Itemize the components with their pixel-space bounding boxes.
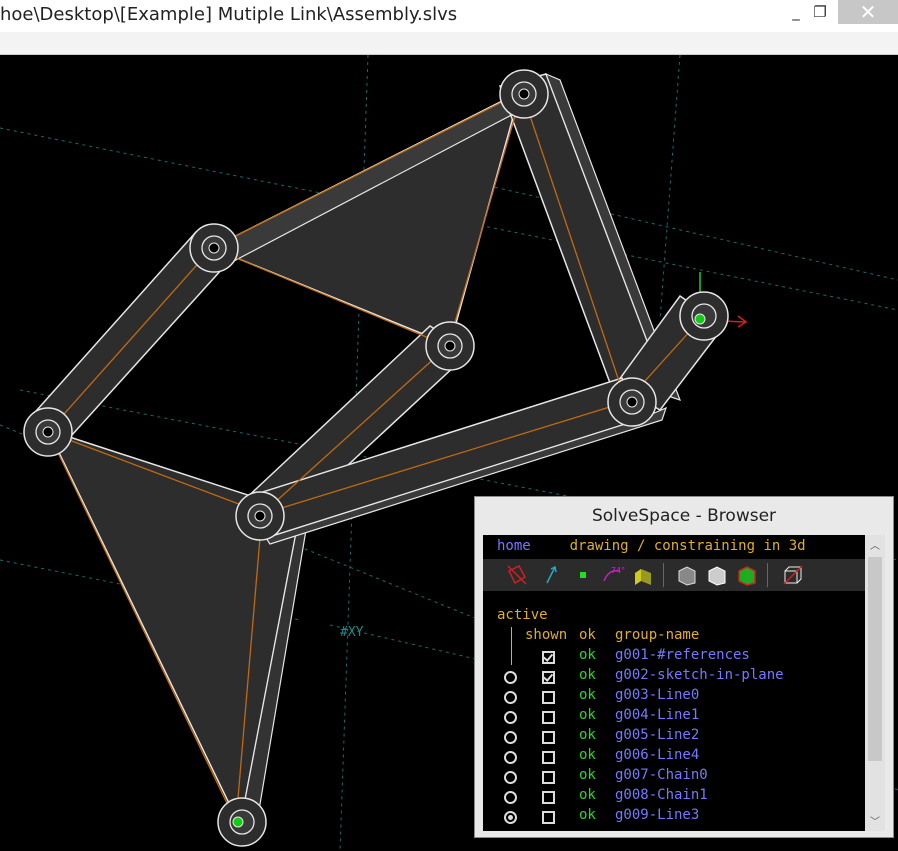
group-status: ok xyxy=(579,647,596,663)
pivot-joint-left[interactable] xyxy=(23,407,73,457)
group-name-link[interactable]: g004-Line1 xyxy=(615,707,699,723)
pivot-joint-right[interactable] xyxy=(607,377,657,427)
col-shown-header: shown xyxy=(525,627,568,643)
group-name-link[interactable]: g006-Line4 xyxy=(615,747,699,763)
col-ok-header: ok xyxy=(579,627,596,643)
group-name-link[interactable]: g001-#references xyxy=(615,647,750,663)
pivot-joint-lower-middle[interactable] xyxy=(235,491,285,541)
shown-checkbox[interactable] xyxy=(542,751,555,764)
active-label: active xyxy=(497,607,548,623)
active-group-radio[interactable] xyxy=(504,771,517,784)
group-status: ok xyxy=(579,687,596,703)
group-row[interactable]: ok g002-sketch-in-plane xyxy=(483,667,865,687)
points-icon[interactable] xyxy=(571,563,595,587)
active-group-radio[interactable] xyxy=(504,691,517,704)
active-group-radio[interactable] xyxy=(504,731,517,744)
group-row[interactable]: ok g006-Line4 xyxy=(483,747,865,767)
toolbar-separator-2 xyxy=(767,563,768,587)
group-status: ok xyxy=(579,767,596,783)
active-group-radio[interactable] xyxy=(504,811,517,824)
group-status: ok xyxy=(579,707,596,723)
browser-nav: home drawing / constraining in 3d xyxy=(497,538,806,554)
shown-checkbox[interactable] xyxy=(542,731,555,744)
pivot-joint-bottom[interactable] xyxy=(217,797,267,847)
title-bar: hoe\Desktop\[Example] Mutiple Link\Assem… xyxy=(0,0,898,32)
shown-checkbox[interactable] xyxy=(542,691,555,704)
scroll-thumb[interactable] xyxy=(868,557,882,761)
workplane-off-icon[interactable] xyxy=(505,563,529,587)
group-row[interactable]: ok g008-Chain1 xyxy=(483,787,865,807)
angle-label: 74° xyxy=(611,566,625,575)
toolbar-separator xyxy=(663,563,664,587)
edges-solid-icon[interactable] xyxy=(705,563,729,587)
constraints-icon[interactable]: 74° xyxy=(601,563,625,587)
group-row[interactable]: ok g007-Chain0 xyxy=(483,767,865,787)
pivot-joint-top[interactable] xyxy=(499,69,549,119)
pivot-joint-middle[interactable] xyxy=(425,321,475,371)
menu-bar xyxy=(0,32,898,55)
maximize-button[interactable]: ❐ xyxy=(800,0,840,24)
shown-checkbox[interactable] xyxy=(542,811,555,824)
normals-icon[interactable] xyxy=(539,563,563,587)
pivot-joint-far-right[interactable] xyxy=(679,291,729,341)
window-title: hoe\Desktop\[Example] Mutiple Link\Assem… xyxy=(0,4,458,25)
group-row[interactable]: ok g004-Line1 xyxy=(483,707,865,727)
col-group-header: group-name xyxy=(615,627,700,643)
close-button[interactable]: ✕ xyxy=(838,0,898,24)
group-row[interactable]: ok g009-Line3 xyxy=(483,807,865,827)
mesh-icon[interactable] xyxy=(781,563,805,587)
group-name-link[interactable]: g008-Chain1 xyxy=(615,787,708,803)
group-name-link[interactable]: g003-Line0 xyxy=(615,687,699,703)
faces-icon[interactable] xyxy=(631,563,655,587)
group-row[interactable]: ok g001-#references xyxy=(483,647,865,667)
property-browser-window: SolveSpace - Browser home drawing / cons… xyxy=(474,496,894,838)
shaded-solid-icon[interactable] xyxy=(675,563,699,587)
group-row[interactable]: ok g003-Line0 xyxy=(483,687,865,707)
active-group-radio[interactable] xyxy=(504,751,517,764)
shown-checkbox[interactable] xyxy=(542,771,555,784)
group-name-link[interactable]: g007-Chain0 xyxy=(615,767,708,783)
group-status: ok xyxy=(579,747,596,763)
shown-checkbox[interactable] xyxy=(542,791,555,804)
browser-scrollbar[interactable]: ︿ ﹀ xyxy=(865,535,885,831)
active-group-radio[interactable] xyxy=(504,711,517,724)
pivot-joint-upper-left[interactable] xyxy=(189,223,239,273)
shown-checkbox[interactable] xyxy=(542,671,555,684)
group-status: ok xyxy=(579,727,596,743)
active-group-radio[interactable] xyxy=(504,671,517,684)
scroll-up-icon[interactable]: ︿ xyxy=(865,537,885,552)
mode-text: drawing / constraining in 3d xyxy=(569,538,806,554)
shown-checkbox[interactable] xyxy=(542,711,555,724)
browser-pane: home drawing / constraining in 3d 74° ac… xyxy=(483,535,865,831)
home-link[interactable]: home xyxy=(497,538,531,554)
group-name-link[interactable]: g009-Line3 xyxy=(615,807,699,823)
group-status: ok xyxy=(579,667,596,683)
group-name-link[interactable]: g002-sketch-in-plane xyxy=(615,667,784,683)
group-status: ok xyxy=(579,807,596,823)
scroll-down-icon[interactable]: ﹀ xyxy=(865,813,885,828)
active-group-radio[interactable] xyxy=(504,791,517,804)
group-name-link[interactable]: g005-Line2 xyxy=(615,727,699,743)
outline-solid-icon[interactable] xyxy=(735,563,759,587)
browser-title: SolveSpace - Browser xyxy=(591,506,777,526)
group-row[interactable]: ok g005-Line2 xyxy=(483,727,865,747)
browser-toolbar: 74° xyxy=(483,559,865,591)
group-status: ok xyxy=(579,787,596,803)
shown-checkbox[interactable] xyxy=(542,651,555,664)
xy-plane-label: #XY xyxy=(340,625,364,640)
